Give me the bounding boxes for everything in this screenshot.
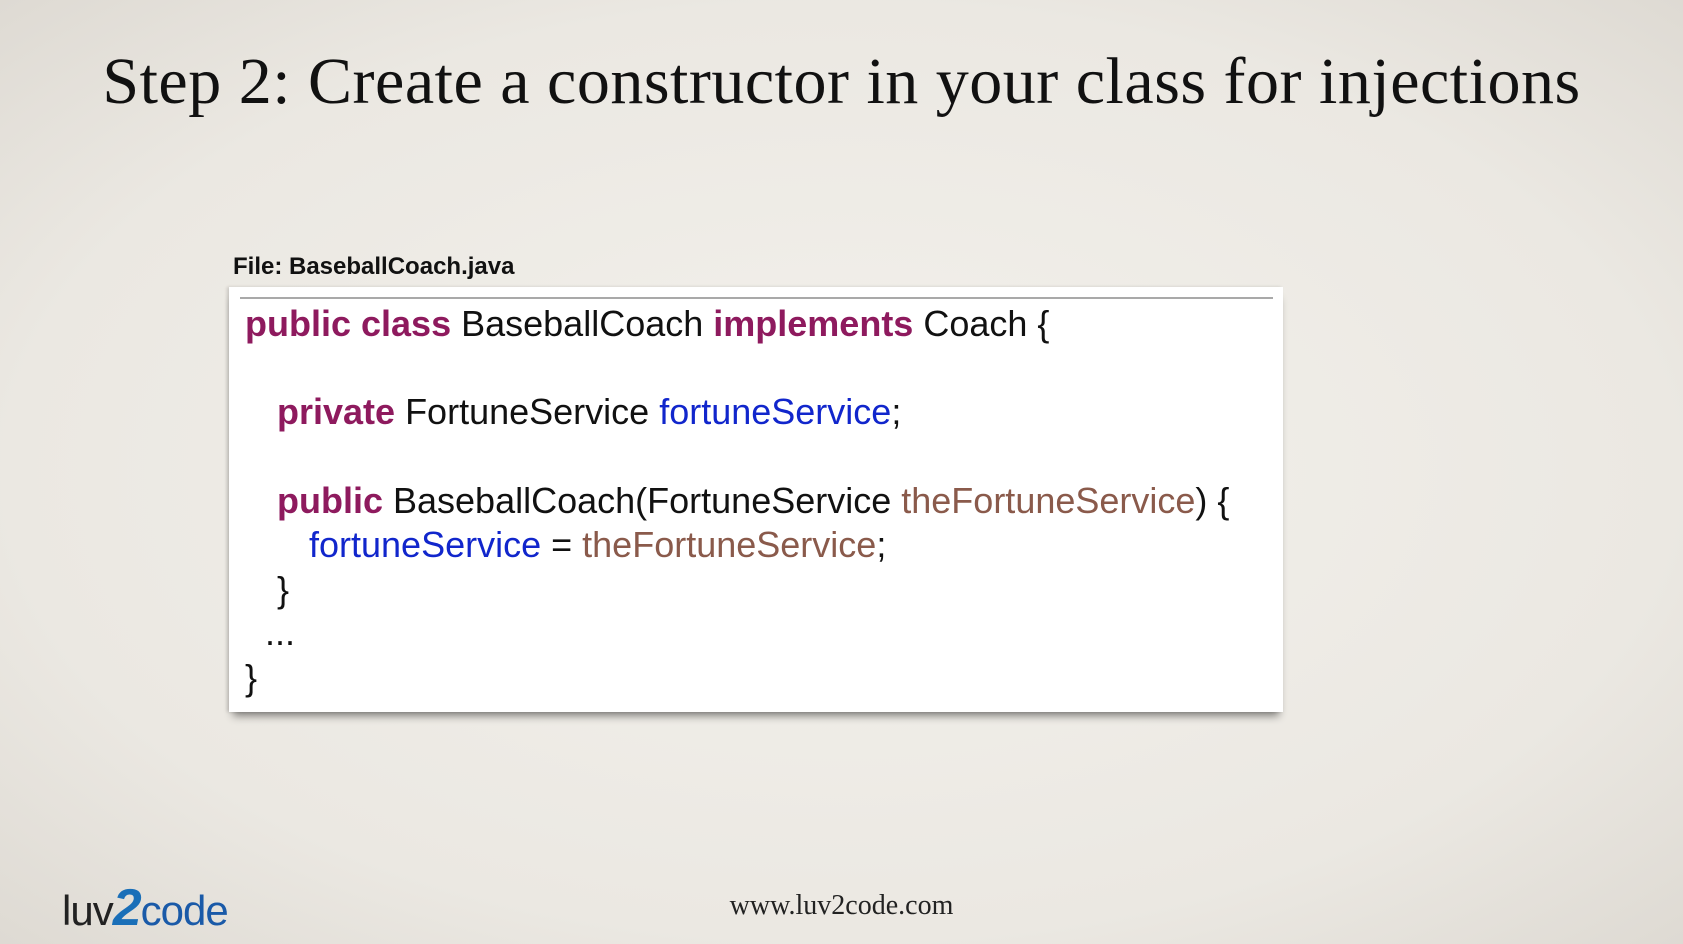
code-text: FortuneService <box>395 391 660 432</box>
keyword: public <box>277 480 383 521</box>
code-line-assignment: fortuneService = theFortuneService; <box>309 523 886 567</box>
code-line-close-constructor: } <box>277 569 290 610</box>
keyword: public class <box>245 303 452 344</box>
file-label: File: BaseballCoach.java <box>233 253 515 280</box>
code-text: ) { <box>1195 480 1230 521</box>
code-line-ellipsis: ... <box>265 612 296 653</box>
code-text: BaseballCoach <box>451 303 714 344</box>
code-text: Coach { <box>913 303 1050 344</box>
field-name: fortuneService <box>659 391 892 432</box>
code-block: public class BaseballCoach implements Co… <box>229 287 1283 712</box>
footer-url: www.luv2code.com <box>729 890 954 921</box>
code-text: BaseballCoach(FortuneService <box>383 480 902 521</box>
parameter-name: theFortuneService <box>582 524 877 565</box>
code-line-field: private FortuneService fortuneService; <box>277 390 901 434</box>
code-line-class-declaration: public class BaseballCoach implements Co… <box>245 302 1049 346</box>
code-divider <box>240 297 1273 299</box>
code-text: ; <box>891 391 902 432</box>
code-line-close-class: } <box>245 657 258 698</box>
code-text: ; <box>876 524 887 565</box>
code-line-constructor: public BaseballCoach(FortuneService theF… <box>277 479 1229 523</box>
slide-title: Step 2: Create a constructor in your cla… <box>102 45 1581 118</box>
parameter-name: theFortuneService <box>901 480 1196 521</box>
field-name: fortuneService <box>309 524 542 565</box>
code-text: = <box>541 524 583 565</box>
keyword: implements <box>713 303 914 344</box>
keyword: private <box>277 391 396 432</box>
